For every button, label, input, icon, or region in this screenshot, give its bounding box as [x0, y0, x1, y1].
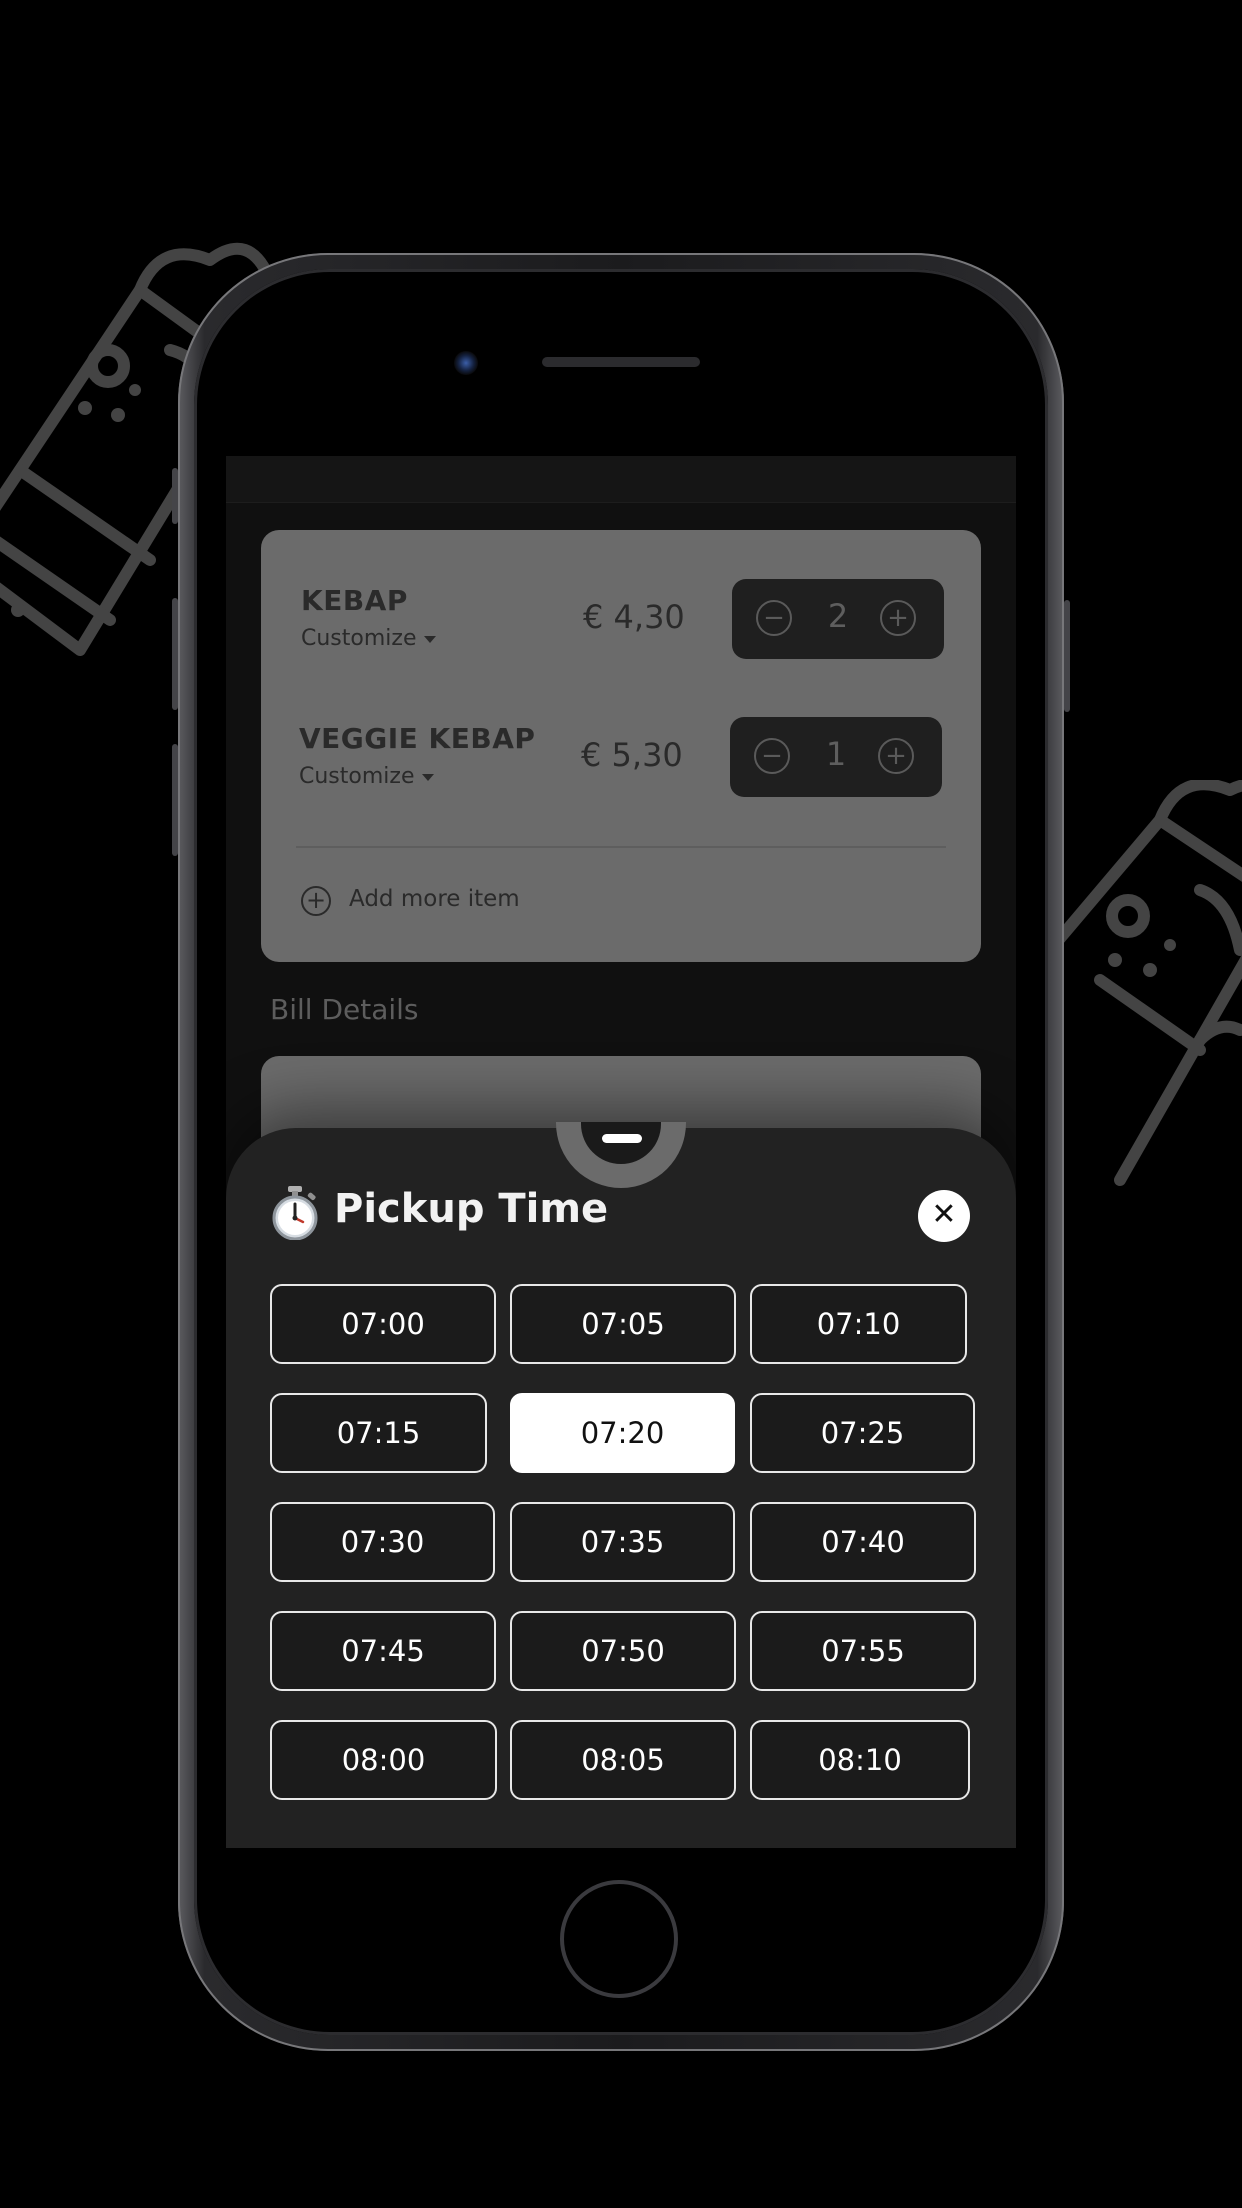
customize-label: Customize — [299, 764, 415, 789]
item-price: € 5,30 — [581, 736, 683, 774]
item-price: € 4,30 — [583, 598, 685, 636]
time-slot-button[interactable]: 07:35 — [510, 1502, 735, 1582]
app-screen: KEBAP Customize € 4,30 − 2 + VEGGIE KEBA… — [226, 456, 1016, 1848]
camera-icon — [454, 351, 478, 375]
mute-switch — [172, 468, 178, 524]
quantity-stepper: − 2 + — [732, 579, 944, 659]
time-slot-button[interactable]: 07:00 — [270, 1284, 496, 1364]
item-name: KEBAP — [301, 584, 408, 617]
time-slot-button[interactable]: 07:55 — [750, 1611, 976, 1691]
volume-down-button — [172, 744, 178, 856]
time-slot-button[interactable]: 08:10 — [750, 1720, 970, 1800]
time-slot-button[interactable]: 08:00 — [270, 1720, 497, 1800]
plus-icon[interactable]: + — [878, 738, 914, 774]
add-circle-icon[interactable]: + — [301, 886, 331, 916]
divider — [296, 846, 946, 848]
item-name: VEGGIE KEBAP — [299, 722, 536, 755]
stopwatch-icon — [272, 1186, 318, 1240]
close-icon[interactable]: ✕ — [918, 1190, 970, 1242]
power-button — [1064, 600, 1070, 712]
time-slot-button[interactable]: 07:40 — [750, 1502, 976, 1582]
pickup-time-title: Pickup Time — [334, 1186, 609, 1232]
time-slot-button[interactable]: 07:25 — [750, 1393, 975, 1473]
time-slot-button[interactable]: 07:05 — [510, 1284, 736, 1364]
plus-icon[interactable]: + — [880, 600, 916, 636]
caret-down-icon — [422, 773, 435, 781]
time-slot-button[interactable]: 07:15 — [270, 1393, 487, 1473]
time-slot-button[interactable]: 07:45 — [270, 1611, 496, 1691]
bill-details-heading: Bill Details — [270, 993, 419, 1026]
volume-up-button — [172, 598, 178, 710]
caret-down-icon — [424, 635, 437, 643]
time-slot-button[interactable]: 07:10 — [750, 1284, 967, 1364]
quantity-stepper: − 1 + — [730, 717, 942, 797]
time-slot-button[interactable]: 07:30 — [270, 1502, 495, 1582]
drag-handle-bar — [602, 1134, 642, 1143]
add-more-item-link[interactable]: Add more item — [349, 886, 520, 912]
speaker-grille — [542, 357, 700, 367]
time-slot-button[interactable]: 07:20 — [510, 1393, 735, 1473]
app-header-strip — [226, 456, 1016, 503]
customize-label: Customize — [301, 626, 417, 651]
time-slot-button[interactable]: 07:50 — [510, 1611, 736, 1691]
pickup-time-sheet: Pickup Time ✕ 07:00 07:05 07:10 07:15 07:20 0… — [226, 1122, 1016, 1848]
customize-dropdown[interactable]: Customize — [299, 764, 435, 789]
time-slot-button[interactable]: 08:05 — [510, 1720, 736, 1800]
customize-dropdown[interactable]: Customize — [301, 626, 437, 651]
home-button-icon[interactable] — [560, 1880, 678, 1998]
kebab-illustration-icon — [1044, 780, 1242, 1186]
cart-card: KEBAP Customize € 4,30 − 2 + VEGGIE KEBA… — [261, 530, 981, 962]
